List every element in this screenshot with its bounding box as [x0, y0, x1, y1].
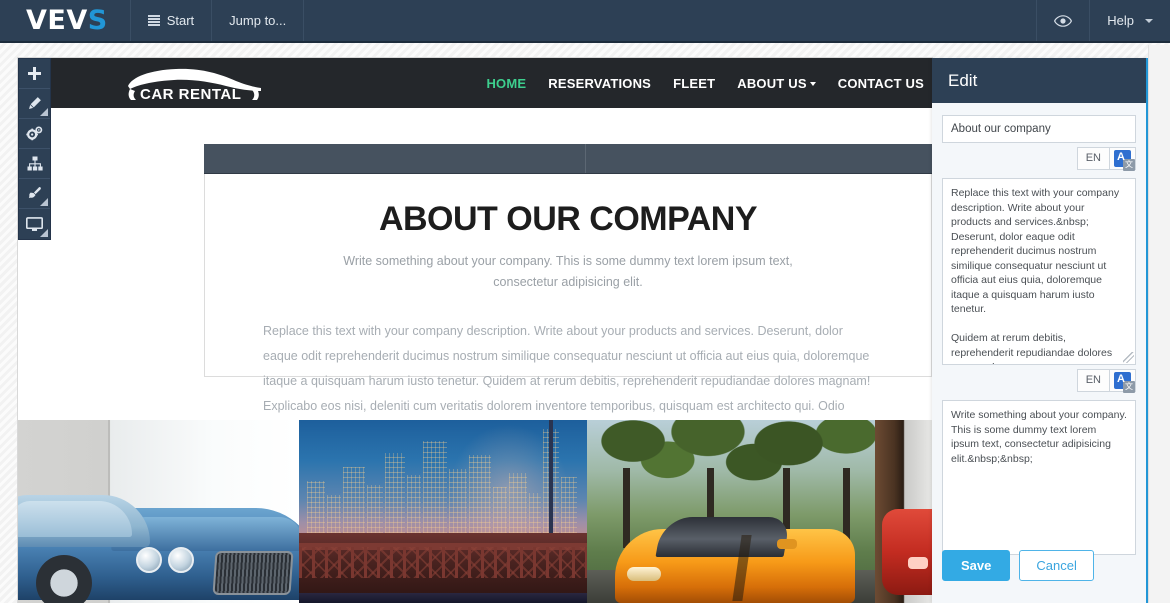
- page-content-block[interactable]: ABOUT OUR COMPANY Write something about …: [204, 174, 932, 438]
- right-gutter: [1148, 45, 1170, 603]
- chevron-expand-icon: [40, 108, 48, 116]
- start-menu-label: Start: [166, 13, 195, 28]
- left-tool-rail: [18, 58, 51, 240]
- chevron-down-icon: [809, 82, 816, 87]
- page-banner-strip: [204, 144, 932, 174]
- gallery-image-red-car[interactable]: [875, 420, 932, 603]
- body-textarea-wrapper: [942, 178, 1136, 365]
- top-bar: VEV S Start Jump to... Help: [0, 0, 1170, 43]
- nav-item-fleet[interactable]: FLEET: [673, 76, 715, 91]
- gallery-image-orange-sportscar[interactable]: [587, 420, 875, 603]
- chevron-expand-icon: [40, 229, 48, 237]
- nav-label-reservations: RESERVATIONS: [548, 75, 652, 91]
- nav-label-about-us: ABOUT US: [737, 75, 807, 91]
- language-button[interactable]: EN: [1076, 369, 1110, 392]
- image-gallery: [18, 420, 932, 603]
- chevron-expand-icon: [40, 198, 48, 206]
- preview-device-button[interactable]: [19, 209, 50, 239]
- sitemap-icon: [27, 156, 43, 171]
- google-translate-icon: [1114, 372, 1135, 393]
- edit-content-button[interactable]: [19, 89, 50, 119]
- top-bar-right-group: Help: [1036, 0, 1170, 41]
- nav-label-contact-us: CONTACT US: [837, 75, 924, 91]
- design-button[interactable]: [19, 179, 50, 209]
- start-menu-button[interactable]: Start: [129, 0, 211, 41]
- google-translate-button[interactable]: [1110, 147, 1136, 171]
- logo-text-accent: S: [87, 5, 108, 36]
- jump-to-button[interactable]: Jump to...: [211, 0, 303, 41]
- site-header: CAR RENTAL HOME RESERVATIONS FLEET ABOUT…: [18, 58, 932, 108]
- app-root: VEV S Start Jump to... Help CAR RENTAL H…: [0, 0, 1170, 603]
- page-subtitle: Write something about your company. This…: [343, 254, 793, 289]
- nav-item-reservations[interactable]: RESERVATIONS: [548, 76, 651, 91]
- edit-panel-body: EN EN: [932, 103, 1146, 555]
- logo-text-main: VEV: [26, 5, 88, 36]
- red-car-photo: [875, 420, 932, 603]
- top-bar-spacer: [303, 0, 1036, 41]
- vevs-logo[interactable]: VEV S: [0, 0, 130, 41]
- help-label: Help: [1107, 13, 1134, 28]
- website-canvas: CAR RENTAL HOME RESERVATIONS FLEET ABOUT…: [18, 58, 932, 603]
- city-skyline-photo: [299, 420, 587, 603]
- site-structure-button[interactable]: [19, 149, 50, 179]
- plus-icon: [28, 67, 41, 80]
- language-button[interactable]: EN: [1076, 147, 1110, 170]
- nav-label-home: HOME: [486, 75, 527, 91]
- gears-icon: [26, 126, 43, 141]
- site-navigation: HOME RESERVATIONS FLEET ABOUT US CONTACT…: [486, 76, 932, 91]
- nav-item-contact-us[interactable]: CONTACT US: [838, 76, 924, 91]
- add-element-button[interactable]: [19, 59, 50, 89]
- banner-divider: [585, 144, 586, 173]
- title-input[interactable]: [942, 115, 1136, 143]
- list-icon: [147, 15, 160, 26]
- edit-panel-actions: Save Cancel: [942, 550, 1094, 581]
- gallery-image-city-skyline[interactable]: [299, 420, 587, 603]
- edit-panel-header: Edit: [932, 58, 1146, 103]
- eye-icon: [1054, 14, 1073, 27]
- settings-button[interactable]: [19, 119, 50, 149]
- save-button[interactable]: Save: [942, 550, 1011, 581]
- nav-label-fleet: FLEET: [673, 75, 716, 91]
- jump-to-label: Jump to...: [229, 13, 287, 28]
- body-textarea[interactable]: [942, 178, 1136, 365]
- edit-panel: Edit EN EN Save Ca: [932, 58, 1148, 603]
- google-translate-button[interactable]: [1110, 369, 1136, 393]
- site-logo-text: CAR RENTAL: [140, 86, 241, 103]
- nav-item-about-us[interactable]: ABOUT US: [737, 76, 816, 91]
- cancel-button[interactable]: Cancel: [1019, 550, 1094, 581]
- subtitle-textarea[interactable]: [942, 400, 1136, 555]
- chevron-down-icon: [1145, 18, 1153, 23]
- car-rental-logo[interactable]: CAR RENTAL: [118, 64, 268, 104]
- language-toolbar-title: EN: [942, 147, 1136, 171]
- bridge-structure: [299, 533, 587, 603]
- blue-car-photo: [18, 420, 299, 603]
- google-translate-icon: [1114, 150, 1135, 171]
- orange-sportscar-photo: [587, 420, 875, 603]
- page-title: ABOUT OUR COMPANY: [378, 200, 758, 238]
- nav-item-home[interactable]: HOME: [486, 76, 526, 91]
- gallery-image-blue-car[interactable]: [18, 420, 299, 603]
- language-toolbar-body: EN: [942, 369, 1136, 393]
- preview-button[interactable]: [1036, 0, 1089, 41]
- help-menu-button[interactable]: Help: [1089, 0, 1170, 41]
